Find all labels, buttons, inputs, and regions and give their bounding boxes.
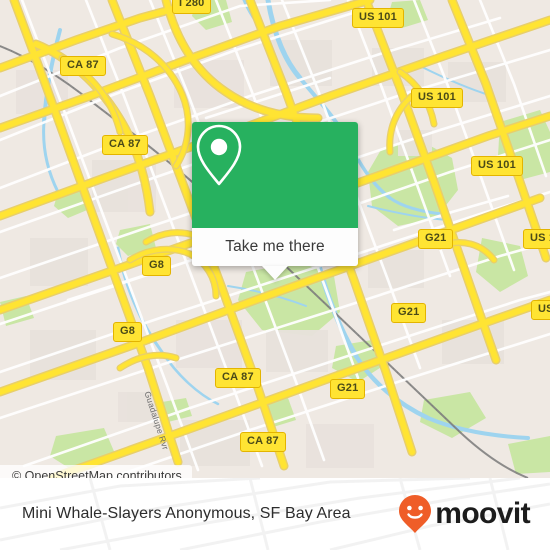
shield-g8-b[interactable]: G8 xyxy=(113,322,143,342)
popup-action-bar[interactable]: Take me there xyxy=(192,228,358,266)
shield-us-101-c[interactable]: US 101 xyxy=(471,156,523,176)
shield-ca-87-d[interactable]: CA 87 xyxy=(240,432,286,452)
shield-ca-87-c[interactable]: CA 87 xyxy=(215,368,261,388)
shield-us-d[interactable]: US xyxy=(531,300,550,320)
shield-us-1[interactable]: US 1 xyxy=(523,229,550,249)
shield-ca-87-a[interactable]: CA 87 xyxy=(60,56,106,76)
popup-header xyxy=(192,122,358,228)
shield-g21-a[interactable]: G21 xyxy=(418,229,454,249)
moovit-wordmark: moovit xyxy=(435,497,530,530)
take-me-there-label: Take me there xyxy=(225,238,325,255)
shield-g21-b[interactable]: G21 xyxy=(391,303,427,323)
shield-g8-a[interactable]: G8 xyxy=(142,256,172,276)
map-pin-icon xyxy=(196,124,242,186)
shield-g21-c[interactable]: G21 xyxy=(330,379,366,399)
footer-bar: Mini Whale-Slayers Anonymous, SF Bay Are… xyxy=(0,478,550,550)
shield-ca-87-b[interactable]: CA 87 xyxy=(102,135,148,155)
place-title: Mini Whale-Slayers Anonymous, SF Bay Are… xyxy=(22,505,351,522)
shield-us-101-a[interactable]: US 101 xyxy=(352,8,404,28)
popup-pointer-tail xyxy=(262,266,288,280)
moovit-map-screenshot: Guadalupe Rvr I 280 US 101 CA 87 US 101 … xyxy=(0,0,550,550)
location-popup-card[interactable]: Take me there xyxy=(192,122,358,280)
moovit-pin-smiley-icon xyxy=(399,495,432,533)
map-canvas[interactable]: Guadalupe Rvr I 280 US 101 CA 87 US 101 … xyxy=(0,0,550,478)
osm-attribution[interactable]: © OpenStreetMap contributors xyxy=(0,465,192,478)
shield-i-280[interactable]: I 280 xyxy=(172,0,212,14)
shield-us-101-b[interactable]: US 101 xyxy=(411,88,463,108)
moovit-brand-logo[interactable]: moovit xyxy=(398,494,531,534)
